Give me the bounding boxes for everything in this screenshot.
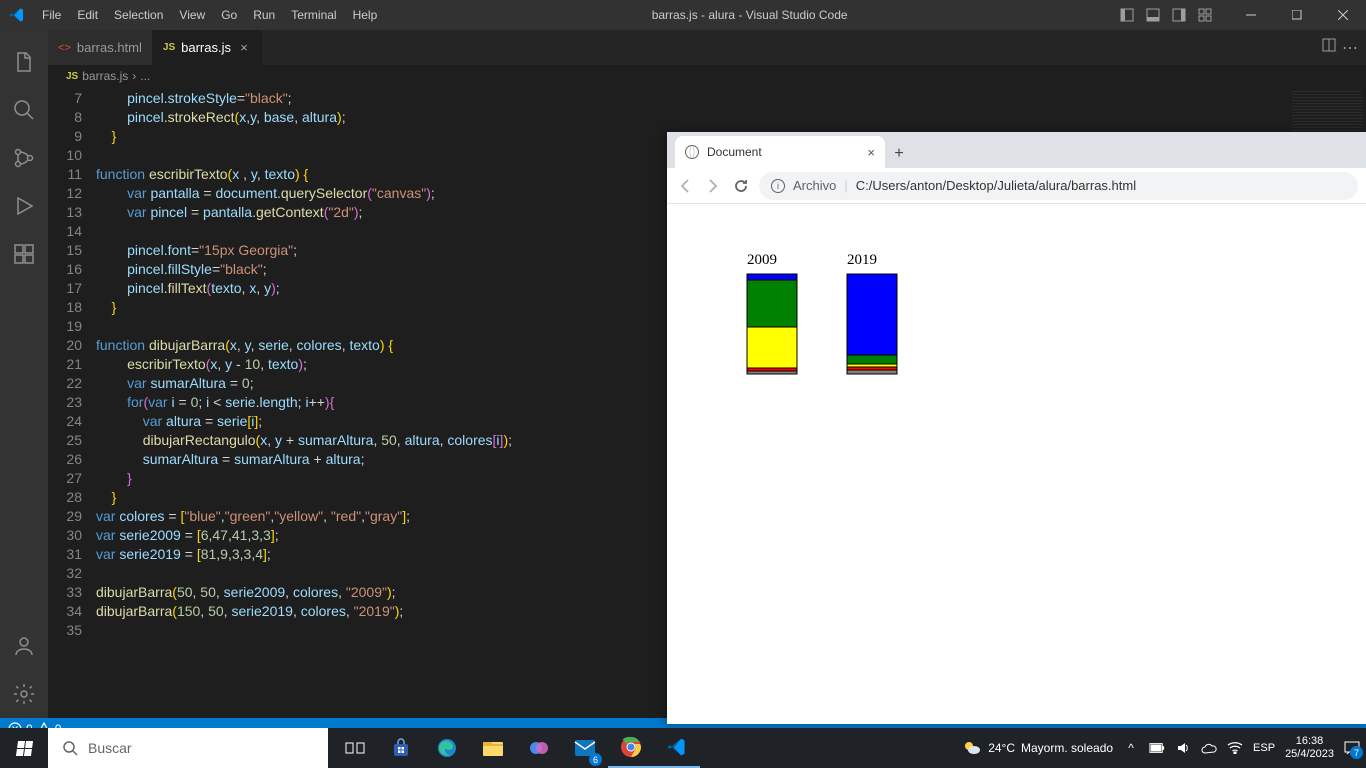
address-scheme: Archivo [793,178,836,193]
windows-taskbar: Buscar 6 24°C Mayorm. soleado ^ ESP 16:3… [0,728,1366,768]
chrome-icon[interactable] [608,728,654,768]
close-button[interactable] [1320,0,1366,30]
info-icon: i [771,179,785,193]
accounts-icon[interactable] [0,622,48,670]
back-icon[interactable] [675,176,695,196]
menu-terminal[interactable]: Terminal [283,0,344,30]
notif-badge: 7 [1350,746,1363,759]
microsoft-store-icon[interactable] [378,728,424,768]
explorer-icon[interactable] [0,38,48,86]
close-icon[interactable]: × [237,41,251,55]
minimize-button[interactable] [1228,0,1274,30]
clock-date: 25/4/2023 [1285,748,1334,761]
browser-toolbar: i Archivo | C:/Users/anton/Desktop/Julie… [667,168,1366,204]
menu-selection[interactable]: Selection [106,0,171,30]
clock-time: 16:38 [1285,735,1334,748]
tabs-actions: ⋯ [1314,30,1366,65]
activity-bar [0,30,48,718]
window-controls [1228,0,1366,30]
vscode-icon [0,7,34,23]
maximize-button[interactable] [1274,0,1320,30]
globe-icon [685,145,699,159]
clock[interactable]: 16:38 25/4/2023 [1285,735,1334,761]
extensions-icon[interactable] [0,230,48,278]
wifi-icon[interactable] [1227,740,1243,756]
toggle-secondary-sidebar-icon[interactable] [1166,0,1192,30]
mail-icon[interactable]: 6 [562,728,608,768]
copilot-icon[interactable] [516,728,562,768]
browser-tabstrip: Document × + [667,132,1366,168]
tab-barras-js[interactable]: JSbarras.js× [153,30,262,65]
menu-go[interactable]: Go [213,0,245,30]
task-view-icon[interactable] [332,728,378,768]
file-explorer-icon[interactable] [470,728,516,768]
search-placeholder: Buscar [88,740,132,756]
canvas-output: 2009 2019 [697,224,1097,424]
menu-edit[interactable]: Edit [69,0,106,30]
line-numbers: 7891011121314151617181920212223242526272… [48,87,96,718]
settings-gear-icon[interactable] [0,670,48,718]
breadcrumbs[interactable]: JS barras.js › ... [48,65,1366,87]
battery-icon[interactable] [1149,740,1165,756]
source-control-icon[interactable] [0,134,48,182]
system-tray: 24°C Mayorm. soleado ^ ESP 16:38 25/4/20… [962,735,1366,761]
titlebar: FileEditSelectionViewGoRunTerminalHelp b… [0,0,1366,30]
breadcrumb-rest: ... [140,69,150,83]
edge-icon[interactable] [424,728,470,768]
window-title: barras.js - alura - Visual Studio Code [385,8,1114,22]
vscode-taskbar-icon[interactable] [654,728,700,768]
svg-text:2009: 2009 [747,252,777,268]
browser-tab-title: Document [707,145,762,159]
layout-controls [1114,0,1218,30]
breadcrumb-file: barras.js [82,69,128,83]
close-tab-icon[interactable]: × [867,145,875,160]
browser-tab[interactable]: Document × [675,136,885,168]
address-path: C:/Users/anton/Desktop/Julieta/alura/bar… [856,178,1136,193]
reload-icon[interactable] [731,176,751,196]
toggle-primary-sidebar-icon[interactable] [1114,0,1140,30]
browser-viewport: 2009 2019 [667,204,1366,724]
taskbar-pinned-apps: 6 [332,728,700,768]
menu-help[interactable]: Help [345,0,386,30]
browser-window: Document × + i Archivo | C:/Users/anton/… [667,132,1366,724]
start-button[interactable] [0,728,48,768]
svg-text:2019: 2019 [847,252,877,268]
menu-view[interactable]: View [171,0,213,30]
onedrive-icon[interactable] [1201,740,1217,756]
mail-badge: 6 [589,753,602,766]
more-actions-icon[interactable]: ⋯ [1342,38,1358,58]
chevron-right-icon: › [132,69,136,83]
weather-text: Mayorm. soleado [1021,741,1113,755]
editor-tabs: <>barras.htmlJSbarras.js× ⋯ [48,30,1366,65]
taskbar-search[interactable]: Buscar [48,728,328,768]
new-tab-button[interactable]: + [885,140,913,168]
search-icon[interactable] [0,86,48,134]
weather-temp: 24°C [988,741,1015,755]
toggle-panel-icon[interactable] [1140,0,1166,30]
weather-widget[interactable]: 24°C Mayorm. soleado [962,738,1113,758]
forward-icon[interactable] [703,176,723,196]
menu-bar: FileEditSelectionViewGoRunTerminalHelp [34,0,385,30]
tab-barras-html[interactable]: <>barras.html [48,30,153,65]
volume-icon[interactable] [1175,740,1191,756]
notifications-icon[interactable]: 7 [1344,740,1360,756]
tray-chevron-icon[interactable]: ^ [1123,740,1139,756]
split-editor-icon[interactable] [1322,38,1336,57]
menu-run[interactable]: Run [245,0,283,30]
address-bar[interactable]: i Archivo | C:/Users/anton/Desktop/Julie… [759,172,1358,200]
language-indicator[interactable]: ESP [1253,742,1275,754]
run-debug-icon[interactable] [0,182,48,230]
js-file-icon: JS [66,71,78,82]
menu-file[interactable]: File [34,0,69,30]
customize-layout-icon[interactable] [1192,0,1218,30]
